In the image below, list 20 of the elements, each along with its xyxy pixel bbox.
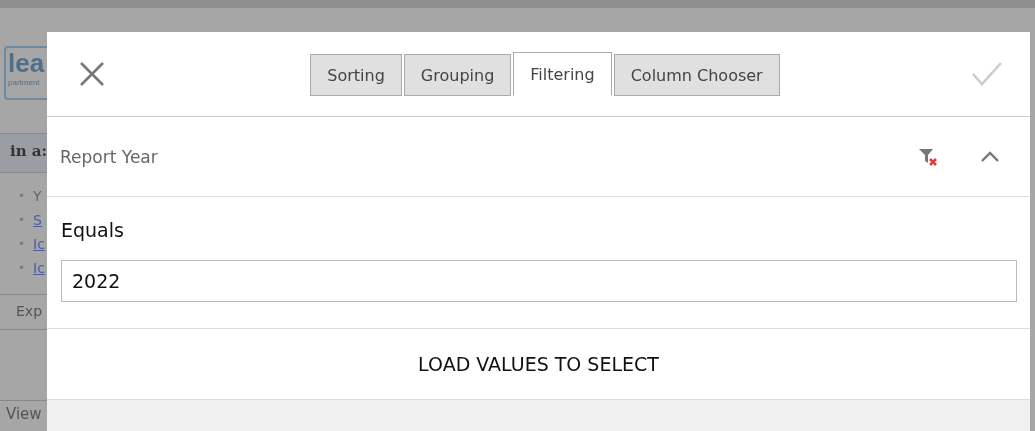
filter-value-field[interactable]: 2022 bbox=[61, 260, 1017, 302]
filter-operator-label: Equals bbox=[61, 219, 125, 241]
toolbar-text: Exp bbox=[16, 303, 43, 319]
tab[interactable]: Filtering bbox=[513, 52, 612, 96]
list-item-text: Y bbox=[33, 187, 42, 206]
close-icon[interactable] bbox=[79, 61, 105, 87]
bullet: • bbox=[18, 260, 26, 277]
clear-filter-icon[interactable] bbox=[918, 146, 938, 167]
bullet: • bbox=[18, 188, 26, 205]
bullet: • bbox=[18, 212, 26, 229]
load-values-button[interactable]: LOAD VALUES TO SELECT bbox=[412, 352, 665, 376]
footer-text: View bbox=[6, 405, 42, 423]
tab[interactable]: Column Chooser bbox=[613, 54, 780, 96]
logo-subtitle: partment bbox=[8, 78, 40, 87]
bullet: • bbox=[18, 236, 26, 253]
tab[interactable]: Grouping bbox=[403, 54, 512, 96]
logo-text: lea bbox=[8, 48, 45, 78]
tab[interactable]: Sorting bbox=[310, 54, 402, 96]
chevron-icon[interactable] bbox=[980, 150, 1000, 163]
checkmark-icon[interactable] bbox=[971, 61, 1003, 87]
